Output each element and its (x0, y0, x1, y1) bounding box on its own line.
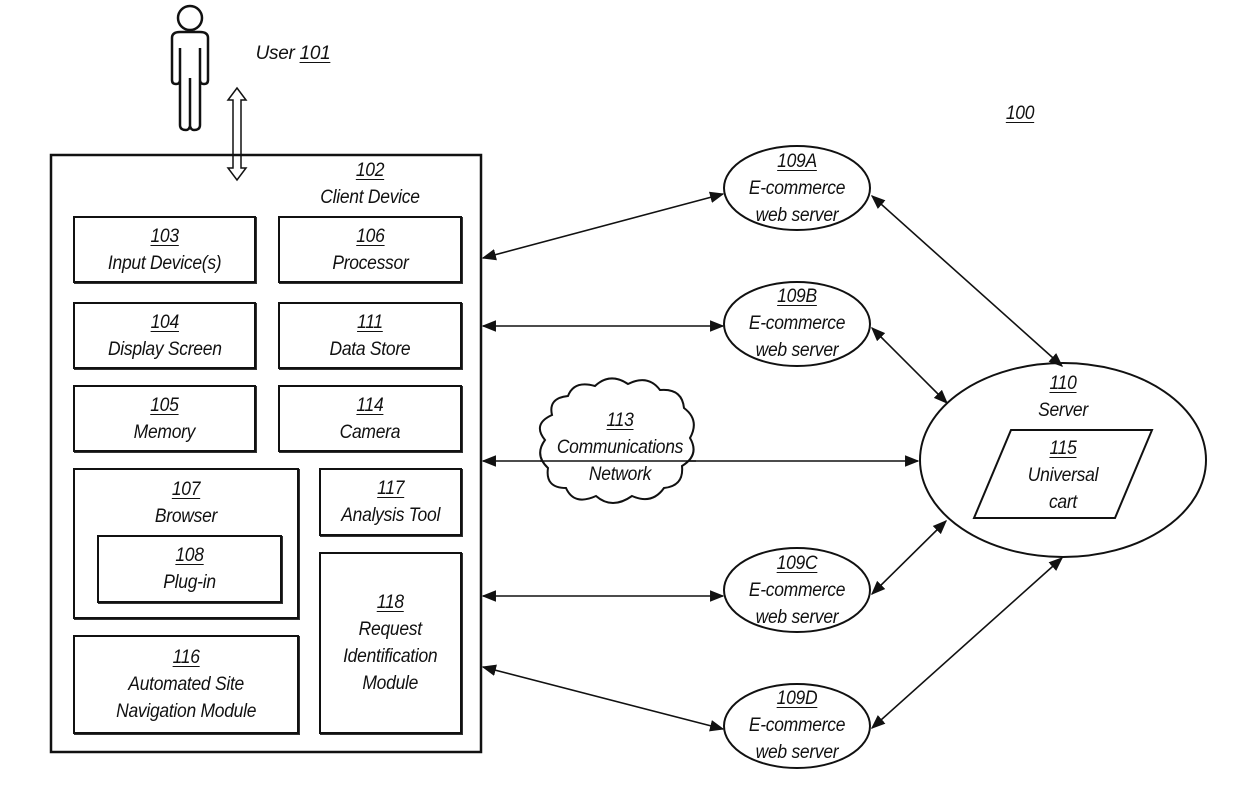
request-identification-module-box: 118 Request Identification Module (319, 552, 462, 734)
display-screen-ref: 104 (150, 311, 179, 333)
analysis-tool-ref: 117 (376, 478, 405, 499)
asn-module-box: 116 Automated Site Navigation Module (73, 635, 299, 734)
asn-module-ref: 116 (172, 647, 200, 668)
arrow-client-109d (481, 664, 725, 732)
ecommerce-server-ref: 109C (776, 553, 818, 574)
input-devices-label: Input Device(s) (107, 252, 222, 274)
client-device-ref: 102 (355, 160, 385, 181)
data-store-box: 111 Data Store (278, 302, 462, 369)
asn-module-label-1: Automated Site (128, 674, 244, 695)
ecommerce-server-109c: 109C E-commerce web server (733, 550, 862, 631)
browser-box: 107 Browser 108 Plug-in (73, 468, 299, 619)
memory-ref: 105 (150, 394, 179, 416)
req-module-label-1: Request (358, 619, 423, 640)
input-devices-box: 103 Input Device(s) (73, 216, 256, 283)
camera-box: 114 Camera (278, 385, 462, 452)
universal-cart-label: 115 Universal cart (1017, 435, 1109, 516)
data-store-label: Data Store (329, 338, 411, 360)
universal-cart-label-2: cart (1048, 492, 1078, 513)
processor-label: Processor (331, 252, 409, 274)
ecommerce-server-label-1: E-commerce (748, 178, 846, 199)
ecommerce-server-109b: 109B E-commerce web server (733, 283, 862, 364)
arrow-109d-server (870, 557, 1064, 729)
ecommerce-server-label-1: E-commerce (748, 580, 846, 601)
user-ref: 101 (299, 43, 331, 64)
arrow-109a-server (870, 195, 1064, 367)
ecommerce-server-109d: 109D E-commerce web server (733, 685, 862, 766)
plugin-box: 108 Plug-in (97, 535, 282, 603)
ecommerce-server-label-1: E-commerce (748, 313, 846, 334)
analysis-tool-label: Analysis Tool (341, 505, 440, 526)
plugin-label: Plug-in (163, 572, 216, 593)
arrow-client-109a (481, 191, 725, 261)
client-device-label: 102 Client Device (306, 157, 435, 211)
processor-box: 106 Processor (278, 216, 462, 283)
client-device-text: Client Device (320, 187, 420, 208)
server-label-text: Server (1038, 400, 1088, 421)
ecommerce-server-ref: 109A (777, 151, 817, 172)
ecommerce-server-label-1: E-commerce (748, 715, 846, 736)
figure-number: 100 (992, 100, 1047, 127)
req-module-ref: 118 (376, 592, 405, 613)
network-label-1: Communications (556, 437, 684, 458)
ecommerce-server-label-2: web server (755, 205, 839, 226)
server-label: 110 Server (1017, 370, 1109, 424)
memory-label: Memory (133, 421, 196, 443)
data-store-ref: 111 (357, 311, 383, 333)
req-module-label-2: Identification (343, 646, 438, 667)
universal-cart-label-1: Universal (1027, 465, 1099, 486)
network-ref: 113 (606, 410, 634, 431)
user-label: User 101 (248, 40, 338, 67)
memory-box: 105 Memory (73, 385, 256, 452)
user-interaction-arrow (226, 86, 248, 182)
processor-ref: 106 (355, 225, 385, 247)
browser-ref: 107 (171, 479, 201, 500)
camera-label: Camera (339, 421, 401, 443)
network-label: 113 Communications Network (546, 407, 693, 488)
server-ref: 110 (1049, 373, 1077, 394)
user-person-icon (170, 4, 210, 132)
asn-module-label-2: Navigation Module (115, 701, 257, 722)
browser-label: Browser (154, 506, 218, 527)
network-label-2: Network (588, 464, 652, 485)
display-screen-label: Display Screen (107, 338, 222, 360)
ecommerce-server-label-2: web server (755, 742, 839, 763)
camera-ref: 114 (356, 394, 384, 416)
plugin-ref: 108 (175, 545, 204, 566)
arrow-109c-server (870, 519, 948, 596)
ecommerce-server-ref: 109B (777, 286, 817, 307)
user-label-text: User (255, 43, 295, 64)
analysis-tool-box: 117 Analysis Tool (319, 468, 462, 536)
universal-cart-ref: 115 (1049, 438, 1077, 459)
ecommerce-server-109a: 109A E-commerce web server (733, 148, 862, 229)
display-screen-box: 104 Display Screen (73, 302, 256, 369)
input-devices-ref: 103 (150, 225, 179, 247)
ecommerce-server-ref: 109D (776, 688, 818, 709)
ecommerce-server-label-2: web server (755, 340, 839, 361)
ecommerce-server-label-2: web server (755, 607, 839, 628)
arrow-109b-server (870, 326, 949, 405)
figure-number-text: 100 (1005, 103, 1035, 124)
req-module-label-3: Module (362, 673, 419, 694)
